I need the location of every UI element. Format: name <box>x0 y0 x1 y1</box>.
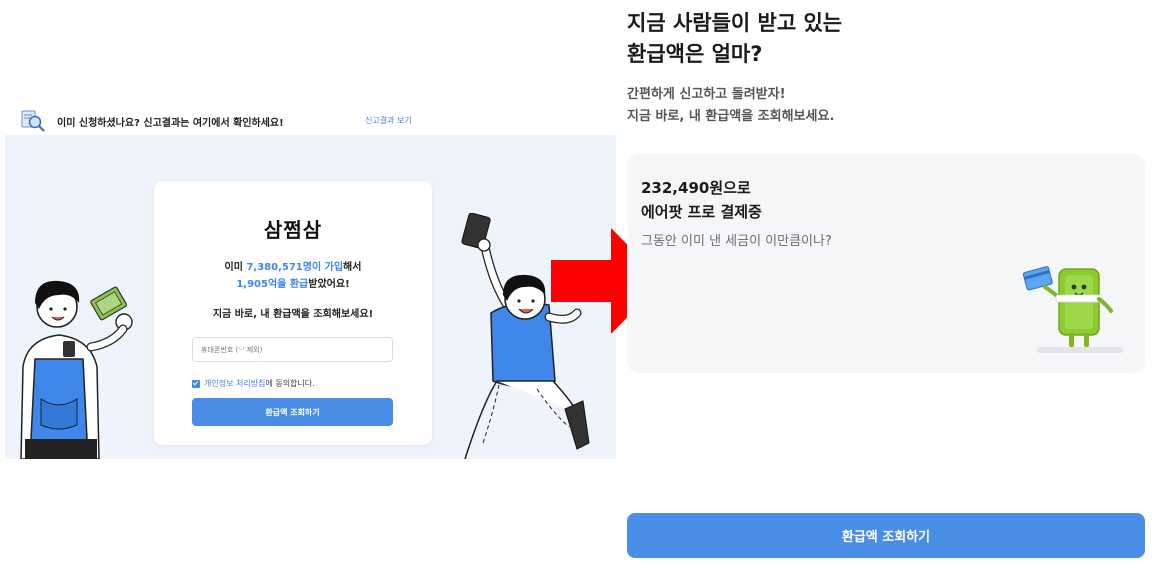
money-mascot-with-card-icon <box>1023 266 1123 353</box>
stats-text: 이미 7,380,571명이 가입해서 1,905억을 환급받았어요! <box>154 259 432 293</box>
amount-line-1: 232,490원으로 <box>641 179 751 197</box>
title-line-1: 지금 사람들이 받고 있는 <box>627 11 843 35</box>
check-refund-button[interactable]: 환급액 조회하기 <box>192 398 393 426</box>
brand-logo: 삼쩜삼 <box>263 218 323 242</box>
notice-bar: 이미 신청하셨나요? 신고결과는 여기에서 확인하세요! 신고결과 보기 <box>5 107 616 135</box>
privacy-consent[interactable]: 개인정보 처리방침에 동의합니다. <box>192 378 315 389</box>
person-with-money-illustration <box>20 280 133 459</box>
refund-amount-text: 232,490원으로 에어팟 프로 결제중 <box>641 176 762 224</box>
magnifier-document-icon <box>21 110 45 132</box>
subtitle-line-2: 지금 바로, 내 환급액을 조회해보세요. <box>627 109 835 124</box>
old-landing-screenshot: 이미 신청하셨나요? 신고결과는 여기에서 확인하세요! 신고결과 보기 삼쩜삼 <box>5 107 616 459</box>
signup-count: 7,380,571명이 가입 <box>246 262 344 273</box>
page-title: 지금 사람들이 받고 있는 환급액은 얼마? <box>627 8 842 70</box>
card-subtitle: 지금 바로, 내 환급액을 조회해보세요! <box>212 309 374 320</box>
amount-line-2: 에어팟 프로 결제중 <box>641 203 762 221</box>
stats-suffix-2: 받았어요! <box>308 279 350 290</box>
stats-suffix: 해서 <box>343 262 362 273</box>
consent-checkbox[interactable] <box>192 379 200 388</box>
page-subtitle: 간편하게 신고하고 돌려받자! 지금 바로, 내 환급액을 조회해보세요. <box>627 84 834 128</box>
stats-prefix: 이미 <box>224 262 247 273</box>
notice-text: 이미 신청하셨나요? 신고결과는 여기에서 확인하세요! <box>57 118 284 129</box>
phone-input[interactable] <box>192 337 393 362</box>
login-card: 삼쩜삼 이미 7,380,571명이 가입해서 1,905억을 환급받았어요! … <box>154 181 432 445</box>
title-line-2: 환급액은 얼마? <box>627 42 763 66</box>
check-refund-main-button[interactable]: 환급액 조회하기 <box>627 513 1145 558</box>
subtitle-line-1: 간편하게 신고하고 돌려받자! <box>627 87 786 102</box>
refund-total: 1,905억을 환급 <box>236 279 309 290</box>
privacy-policy-link[interactable]: 개인정보 처리방침 <box>204 379 265 388</box>
refund-example-card: 232,490원으로 에어팟 프로 결제중 그동안 이미 낸 세금이 이만큼이나… <box>627 154 1145 373</box>
consent-text: 에 동의합니다. <box>265 379 315 388</box>
refund-question: 그동안 이미 낸 세금이 이만큼이나? <box>641 234 832 249</box>
check-result-link[interactable]: 신고결과 보기 <box>365 115 412 126</box>
